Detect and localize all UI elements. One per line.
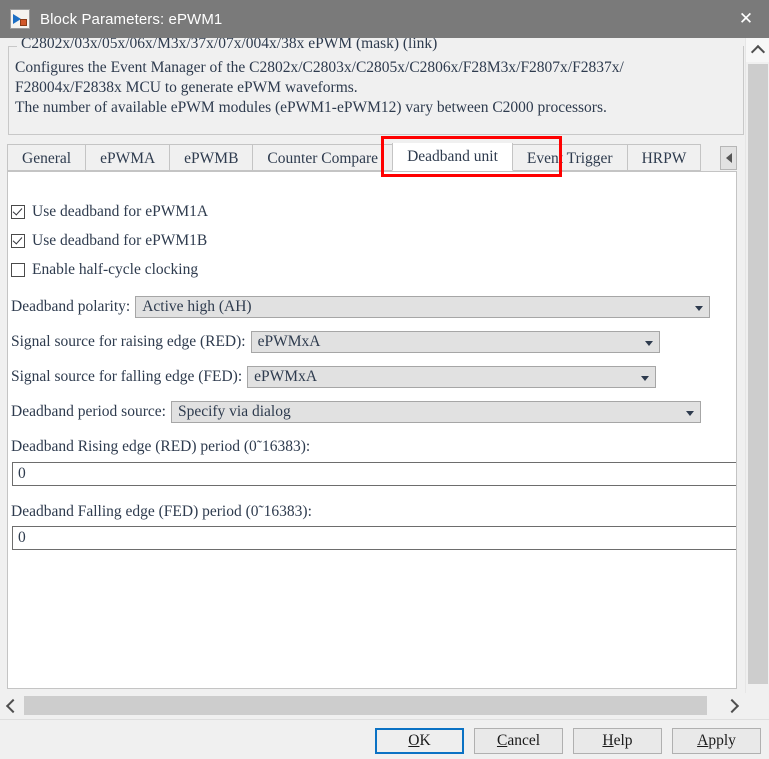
input-value: 0 bbox=[18, 529, 26, 546]
input-deadband-red-period[interactable]: 0 bbox=[12, 462, 736, 486]
vertical-scrollbar-thumb[interactable] bbox=[748, 64, 768, 684]
cancel-accel: C bbox=[496, 732, 508, 749]
chevron-right-icon[interactable] bbox=[722, 693, 745, 718]
checkbox-box[interactable] bbox=[11, 234, 25, 248]
dropdown-signal-source-fed[interactable]: ePWMxA bbox=[247, 366, 657, 388]
help-button[interactable]: Help bbox=[573, 728, 662, 754]
tab-epwmb[interactable]: ePWMB bbox=[169, 144, 253, 171]
dialog-button-bar: OK Cancel Help Apply bbox=[0, 719, 769, 759]
description-text: Configures the Event Manager of the C280… bbox=[15, 58, 739, 118]
chevron-down-icon bbox=[644, 341, 653, 346]
checkbox-label: Enable half-cycle clocking bbox=[32, 261, 199, 278]
simulink-block-icon bbox=[10, 9, 30, 29]
close-icon[interactable]: ✕ bbox=[723, 0, 769, 38]
field-label: Deadband polarity: bbox=[11, 298, 131, 315]
chevron-down-icon bbox=[695, 306, 704, 311]
help-accel: H bbox=[602, 732, 614, 749]
window-title: Block Parameters: ePWM1 bbox=[40, 10, 223, 28]
checkbox-enable-half-cycle-clocking[interactable]: Enable half-cycle clocking bbox=[11, 261, 198, 279]
dropdown-signal-source-red[interactable]: ePWMxA bbox=[250, 331, 660, 353]
ok-button[interactable]: OK bbox=[375, 728, 464, 754]
description-group-title: C2802x/03x/05x/06x/M3x/37x/07x/004x/38x … bbox=[17, 38, 442, 53]
tab-strip: General ePWMA ePWMB Counter Compare Dead… bbox=[7, 143, 737, 172]
field-signal-source-fed: Signal source for falling edge (FED): eP… bbox=[11, 366, 736, 388]
ok-accel: O bbox=[408, 732, 420, 749]
dropdown-value: Specify via dialog bbox=[177, 403, 291, 420]
chevron-left-icon[interactable] bbox=[720, 146, 737, 170]
description-line: F28004x/F2838x MCU to generate ePWM wave… bbox=[15, 79, 358, 96]
input-deadband-fed-period[interactable]: 0 bbox=[12, 526, 736, 550]
apply-button[interactable]: Apply bbox=[672, 728, 761, 754]
vertical-scrollbar[interactable] bbox=[745, 38, 769, 693]
dropdown-value: ePWMxA bbox=[257, 333, 321, 350]
field-label: Signal source for falling edge (FED): bbox=[11, 368, 243, 385]
dropdown-deadband-polarity[interactable]: Active high (AH) bbox=[135, 296, 711, 318]
cancel-label: ancel bbox=[507, 732, 541, 749]
apply-accel: A bbox=[697, 732, 709, 749]
tab-hrpwm[interactable]: HRPW bbox=[626, 144, 702, 171]
dialog-body: C2802x/03x/05x/06x/M3x/37x/07x/004x/38x … bbox=[0, 38, 769, 721]
cancel-button[interactable]: Cancel bbox=[474, 728, 563, 754]
ok-label: K bbox=[419, 732, 431, 749]
dropdown-value: ePWMxA bbox=[254, 368, 318, 385]
dropdown-value: Active high (AH) bbox=[142, 298, 252, 315]
help-label: elp bbox=[613, 732, 633, 749]
field-signal-source-red: Signal source for raising edge (RED): eP… bbox=[11, 331, 736, 353]
dropdown-deadband-period-source[interactable]: Specify via dialog bbox=[170, 401, 701, 423]
checkbox-use-deadband-epwm1b[interactable]: Use deadband for ePWM1B bbox=[11, 232, 207, 250]
horizontal-scrollbar[interactable] bbox=[0, 693, 745, 719]
checkbox-box[interactable] bbox=[11, 205, 25, 219]
chevron-down-icon bbox=[641, 376, 650, 381]
chevron-down-icon bbox=[685, 411, 694, 416]
chevron-left-icon[interactable] bbox=[0, 693, 23, 718]
field-label: Deadband period source: bbox=[11, 403, 166, 420]
tab-epwma[interactable]: ePWMA bbox=[85, 144, 170, 171]
checkbox-use-deadband-epwm1a[interactable]: Use deadband for ePWM1A bbox=[11, 203, 208, 221]
description-line: Configures the Event Manager of the C280… bbox=[15, 59, 624, 76]
tab-counter-compare[interactable]: Counter Compare bbox=[252, 144, 393, 171]
field-label: Signal source for raising edge (RED): bbox=[11, 333, 246, 350]
tab-event-trigger[interactable]: Event Trigger bbox=[512, 144, 627, 171]
field-deadband-polarity: Deadband polarity: Active high (AH) bbox=[11, 296, 736, 318]
label-deadband-red-period: Deadband Rising edge (RED) period (0˜163… bbox=[11, 438, 311, 455]
checkbox-box[interactable] bbox=[11, 263, 25, 277]
description-line: The number of available ePWM modules (eP… bbox=[15, 99, 607, 116]
tab-deadband-unit[interactable]: Deadband unit bbox=[392, 143, 513, 171]
chevron-up-icon[interactable] bbox=[746, 38, 769, 62]
horizontal-scrollbar-thumb[interactable] bbox=[24, 696, 707, 715]
deadband-unit-panel: Use deadband for ePWM1A Use deadband for… bbox=[7, 172, 737, 689]
title-bar: Block Parameters: ePWM1 ✕ bbox=[0, 0, 769, 38]
input-value: 0 bbox=[18, 465, 26, 482]
label-deadband-fed-period: Deadband Falling edge (FED) period (0˜16… bbox=[11, 503, 312, 520]
description-group: C2802x/03x/05x/06x/M3x/37x/07x/004x/38x … bbox=[8, 38, 744, 135]
block-parameters-dialog: Block Parameters: ePWM1 ✕ C2802x/03x/05x… bbox=[0, 0, 769, 759]
checkbox-label: Use deadband for ePWM1B bbox=[32, 232, 208, 249]
field-deadband-period-source: Deadband period source: Specify via dial… bbox=[11, 401, 736, 423]
checkbox-label: Use deadband for ePWM1A bbox=[32, 203, 209, 220]
tab-general[interactable]: General bbox=[7, 144, 86, 171]
apply-label: pply bbox=[708, 732, 736, 749]
